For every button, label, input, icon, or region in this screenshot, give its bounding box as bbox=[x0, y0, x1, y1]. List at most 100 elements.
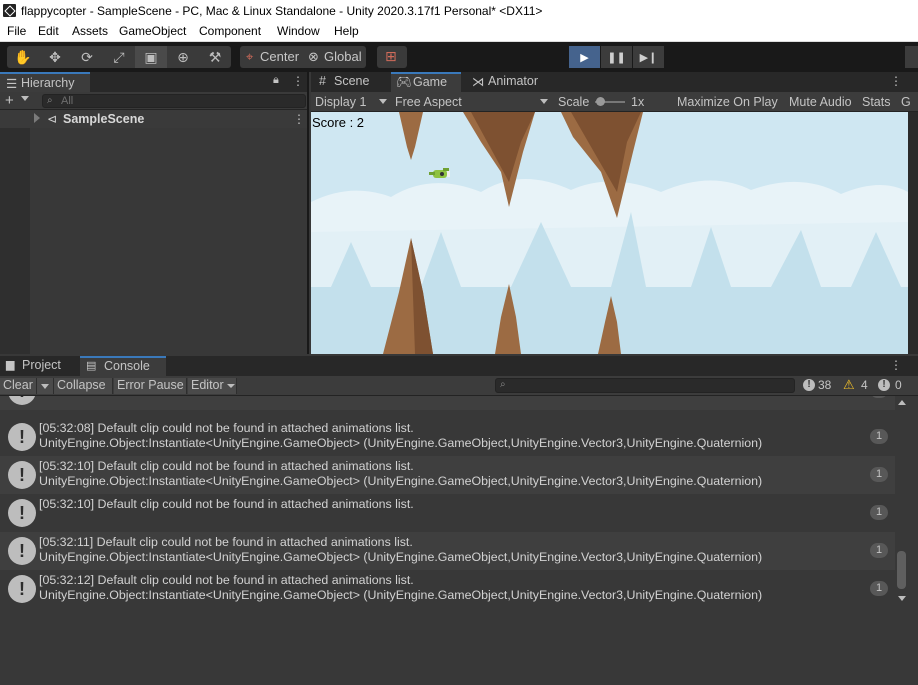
scene-options-icon[interactable]: ⋮ bbox=[293, 112, 305, 126]
transform-tool-button[interactable]: ⊕ bbox=[167, 46, 199, 68]
play-button[interactable]: ▶ bbox=[569, 46, 600, 68]
console-panel: ▆ Project ▤ Console ⋮ Clear Collapse Err… bbox=[0, 356, 918, 685]
score-label: Score : 2 bbox=[312, 115, 365, 130]
editor-dropdown-icon[interactable] bbox=[227, 384, 235, 388]
console-search-input[interactable]: ⌕ bbox=[495, 378, 795, 393]
scale-tool-button[interactable]: ⤢ bbox=[103, 46, 135, 68]
hand-tool-button[interactable]: ✋ bbox=[7, 46, 39, 68]
clear-options-button[interactable] bbox=[37, 378, 54, 394]
tab-console[interactable]: ▤ Console bbox=[80, 356, 166, 376]
maximize-on-play-toggle[interactable]: Maximize On Play bbox=[677, 95, 778, 109]
warning-count[interactable]: 4 bbox=[861, 378, 868, 392]
grid-icon: # bbox=[319, 74, 326, 88]
menu-window[interactable]: Window bbox=[277, 24, 320, 38]
snap-button[interactable]: ⊞ bbox=[377, 46, 407, 68]
aspect-dropdown[interactable]: Free Aspect bbox=[395, 95, 462, 109]
menu-component[interactable]: Component bbox=[199, 24, 261, 38]
entry-count: 1 bbox=[870, 581, 888, 596]
warning-icon: ! bbox=[8, 423, 36, 451]
add-button[interactable]: + bbox=[5, 92, 14, 109]
add-dropdown-icon[interactable] bbox=[21, 96, 29, 101]
stats-toggle[interactable]: Stats bbox=[862, 95, 891, 109]
console-options-icon[interactable]: ⋮ bbox=[890, 358, 902, 372]
rotate-tool-button[interactable]: ⟳ bbox=[71, 46, 103, 68]
entry-count: 1 bbox=[870, 429, 888, 444]
menu-edit[interactable]: Edit bbox=[38, 24, 59, 38]
chevron-down-icon bbox=[41, 384, 49, 389]
move-icon: ✥ bbox=[49, 48, 61, 65]
entry-stacktrace: UnityEngine.Object:Instantiate<UnityEngi… bbox=[39, 474, 763, 488]
view-options-icon[interactable]: ⋮ bbox=[890, 74, 902, 88]
animator-icon: ⋊ bbox=[472, 75, 485, 89]
tab-animator[interactable]: ⋊ Animator bbox=[466, 72, 556, 92]
custom-tool-button[interactable]: ⚒ bbox=[199, 46, 231, 68]
pivot-mode-button[interactable]: Center bbox=[260, 49, 299, 64]
entry-stacktrace: UnityEngine.Object:Instantiate<UnityEngi… bbox=[39, 588, 763, 602]
scale-slider-thumb[interactable] bbox=[596, 97, 605, 106]
menu-file[interactable]: File bbox=[7, 24, 26, 38]
entry-count: 1 bbox=[870, 396, 888, 398]
log-count[interactable]: 38 bbox=[818, 378, 831, 392]
menu-help[interactable]: Help bbox=[334, 24, 359, 38]
bottom-tab-row: ▆ Project ▤ Console ⋮ bbox=[0, 356, 918, 376]
error-icon[interactable]: ! bbox=[878, 379, 890, 391]
tab-game-label: Game bbox=[413, 75, 448, 89]
list-item[interactable]: ! [05:32:10] Default clip could not be f… bbox=[0, 456, 895, 494]
menu-assets[interactable]: Assets bbox=[72, 24, 108, 38]
list-item[interactable]: ! [05:32:12] Default clip could not be f… bbox=[0, 570, 895, 606]
more-options-icon[interactable]: ⋮ bbox=[292, 74, 304, 88]
display-dropdown-icon[interactable] bbox=[379, 99, 387, 104]
scrollbar-thumb[interactable] bbox=[897, 551, 906, 589]
gizmos-toggle[interactable]: G bbox=[901, 95, 911, 109]
tab-scene[interactable]: # Scene bbox=[311, 72, 391, 92]
expand-arrow-icon[interactable] bbox=[34, 113, 40, 123]
warning-icon: ! bbox=[8, 537, 36, 565]
log-icon[interactable]: ! bbox=[803, 379, 815, 391]
tools-icon: ⚒ bbox=[208, 48, 222, 65]
view-tab-row: # Scene 🎮︎ Game ⋊ Animator ⋮ bbox=[311, 72, 918, 92]
scale-value: 1x bbox=[631, 95, 645, 109]
entry-message: [05:32:11] Default clip could not be fou… bbox=[39, 535, 413, 549]
console-scrollbar[interactable] bbox=[895, 396, 908, 606]
step-button[interactable]: ▶❙ bbox=[633, 46, 664, 68]
rect-tool-button[interactable]: ▣ bbox=[135, 46, 167, 68]
list-item[interactable]: ! [05:32:10] Default clip could not be f… bbox=[0, 494, 895, 532]
gamepad-icon: 🎮︎ bbox=[396, 75, 412, 89]
menu-gameobject[interactable]: GameObject bbox=[119, 24, 186, 38]
tab-console-label: Console bbox=[104, 359, 150, 373]
pause-button[interactable]: ❚❚ bbox=[601, 46, 632, 68]
hierarchy-search-input[interactable]: ⌕ All bbox=[42, 94, 306, 108]
aspect-dropdown-icon[interactable] bbox=[540, 99, 548, 104]
display-dropdown[interactable]: Display 1 bbox=[315, 95, 366, 109]
tab-project[interactable]: ▆ Project bbox=[0, 356, 78, 376]
list-item[interactable]: ! [05:32:08] Default clip could not be f… bbox=[0, 418, 895, 456]
scene-row[interactable]: ⊲ SampleScene ⋮ bbox=[0, 110, 307, 128]
tab-game[interactable]: 🎮︎ Game bbox=[391, 72, 461, 92]
entry-message: [05:32:12] Default clip could not be fou… bbox=[39, 573, 414, 587]
pivot-space-button[interactable]: Global bbox=[324, 49, 362, 64]
error-count[interactable]: 0 bbox=[895, 378, 902, 392]
mute-audio-toggle[interactable]: Mute Audio bbox=[789, 95, 852, 109]
pause-icon: ❚❚ bbox=[607, 51, 626, 64]
warning-icon[interactable]: ⚠ bbox=[843, 377, 855, 393]
list-item[interactable]: ! [05:32:11] Default clip could not be f… bbox=[0, 532, 895, 570]
console-icon: ▤ bbox=[86, 360, 97, 372]
lock-icon[interactable]: 🔒︎ bbox=[273, 74, 279, 87]
tab-scene-label: Scene bbox=[334, 74, 370, 88]
game-viewport[interactable]: Score : 2 bbox=[311, 112, 908, 354]
toolbar-overflow[interactable] bbox=[905, 46, 918, 68]
hand-icon: ✋ bbox=[14, 48, 32, 65]
transform-tools: ✋ ✥ ⟳ ⤢ ▣ ⊕ ⚒ bbox=[7, 46, 231, 68]
collapse-toggle[interactable]: Collapse bbox=[54, 378, 113, 394]
game-toolbar: Display 1 Free Aspect Scale 1x Maximize … bbox=[311, 92, 918, 112]
hierarchy-panel: ☰ Hierarchy 🔒︎ ⋮ + ⌕ All ⊲ SampleScene ⋮ bbox=[0, 72, 309, 354]
search-icon: ⌕ bbox=[47, 95, 53, 106]
clear-button[interactable]: Clear bbox=[0, 378, 37, 394]
tab-hierarchy[interactable]: ☰ Hierarchy bbox=[0, 72, 90, 92]
move-tool-button[interactable]: ✥ bbox=[39, 46, 71, 68]
entry-count: 1 bbox=[870, 467, 888, 482]
scroll-up-icon[interactable] bbox=[898, 400, 906, 405]
list-item[interactable]: ! 1 bbox=[0, 396, 895, 410]
error-pause-toggle[interactable]: Error Pause bbox=[114, 378, 187, 394]
scroll-down-icon[interactable] bbox=[898, 596, 906, 601]
